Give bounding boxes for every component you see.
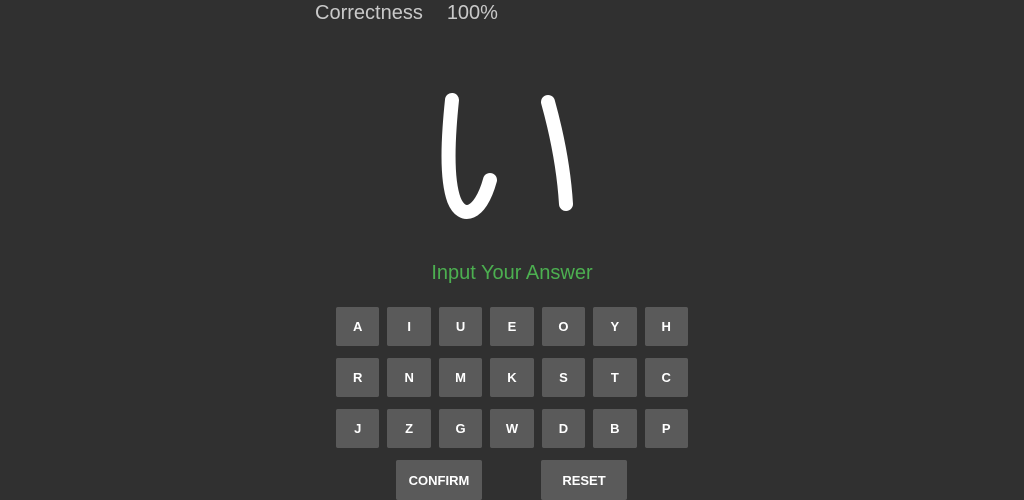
key-y[interactable]: Y xyxy=(593,307,637,346)
key-t[interactable]: T xyxy=(593,358,637,397)
kana-quiz-screen: Correctness 100% い Input Your Answer AIU… xyxy=(0,0,1024,500)
keyboard-row: JZGWDBP xyxy=(336,409,688,448)
key-c[interactable]: C xyxy=(644,358,688,397)
correctness-display: Correctness 100% xyxy=(315,2,498,25)
key-u[interactable]: U xyxy=(438,307,483,346)
key-k[interactable]: K xyxy=(490,358,534,397)
key-g[interactable]: G xyxy=(438,409,483,448)
correctness-value: 100% xyxy=(446,2,498,24)
confirm-button[interactable]: CONFIRM xyxy=(396,460,482,500)
romaji-keyboard: AIUEOYH RNMKSTC JZGWDBP xyxy=(336,307,688,460)
keyboard-row: RNMKSTC xyxy=(336,358,688,397)
key-s[interactable]: S xyxy=(541,358,586,397)
key-r[interactable]: R xyxy=(336,358,380,397)
key-j[interactable]: J xyxy=(336,409,380,448)
key-a[interactable]: A xyxy=(336,307,380,346)
key-n[interactable]: N xyxy=(387,358,431,397)
key-i[interactable]: I xyxy=(387,307,431,346)
key-z[interactable]: Z xyxy=(387,409,431,448)
kana-stroke-right xyxy=(541,95,573,211)
key-e[interactable]: E xyxy=(490,307,534,346)
key-p[interactable]: P xyxy=(644,409,688,448)
key-d[interactable]: D xyxy=(541,409,586,448)
correctness-label: Correctness xyxy=(315,2,423,24)
key-m[interactable]: M xyxy=(438,358,483,397)
key-w[interactable]: W xyxy=(490,409,534,448)
kana-stroke-left xyxy=(441,93,497,219)
answer-prompt: Input Your Answer xyxy=(431,262,593,284)
key-h[interactable]: H xyxy=(644,307,688,346)
reset-button[interactable]: RESET xyxy=(541,460,627,500)
key-o[interactable]: O xyxy=(541,307,586,346)
keyboard-row: AIUEOYH xyxy=(336,307,688,346)
kana-glyph-drawing: い xyxy=(441,93,573,219)
key-b[interactable]: B xyxy=(593,409,637,448)
